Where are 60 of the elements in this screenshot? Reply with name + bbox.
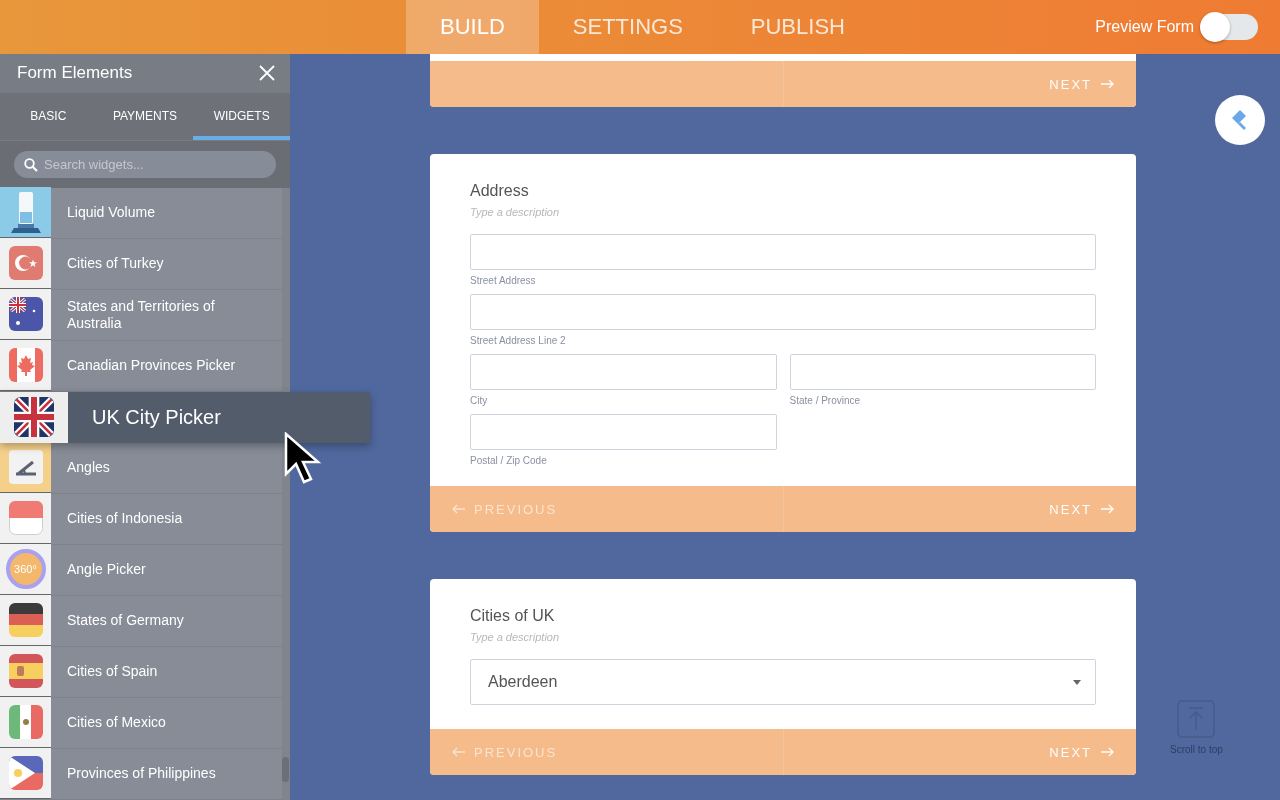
- field-sublabel: City: [470, 395, 489, 406]
- nav-tab[interactable]: SETTINGS: [538, 0, 717, 54]
- widget-item[interactable]: Angles: [0, 443, 282, 494]
- field-sublabel: State / Province: [789, 395, 862, 406]
- field-title: Address: [470, 182, 530, 200]
- close-icon[interactable]: [259, 65, 275, 82]
- paint-brush-button[interactable]: [1215, 95, 1265, 145]
- arrow-right-icon: [1100, 504, 1114, 514]
- nav-tab[interactable]: PUBLISH: [716, 0, 879, 54]
- arrow-right-icon: [1100, 79, 1114, 89]
- australia-flag-icon: [8, 297, 43, 332]
- search-field[interactable]: Search widgets...: [14, 150, 276, 178]
- next-button[interactable]: NEXT: [1049, 744, 1114, 760]
- preview-toggle[interactable]: [1202, 14, 1258, 40]
- philippines-flag-icon: [8, 756, 43, 791]
- indonesia-flag-icon: [8, 501, 43, 536]
- widget-item[interactable]: States and Territories of Australia: [0, 290, 282, 341]
- widget-item[interactable]: 360° Angle Picker: [0, 545, 282, 596]
- uk-flag-icon: [14, 397, 54, 438]
- widget-item[interactable]: Liquid Volume: [0, 188, 282, 239]
- next-button[interactable]: NEXT: [1049, 501, 1114, 517]
- input-field[interactable]: [789, 354, 1096, 390]
- widget-item[interactable]: Cities of Mexico: [0, 698, 282, 749]
- widget-item[interactable]: States of Germany: [0, 596, 282, 647]
- widget-item[interactable]: Cities of Turkey: [0, 239, 282, 290]
- description-text: Type a description: [470, 206, 561, 218]
- panel-tab[interactable]: PAYMENTS: [96, 92, 194, 140]
- widget-item[interactable]: Cities of Indonesia: [0, 494, 282, 545]
- widget-item[interactable]: Canadian Provinces Picker: [0, 341, 282, 392]
- germany-flag-icon: [8, 603, 43, 638]
- input-field[interactable]: [470, 234, 1096, 270]
- nav-tab[interactable]: BUILD: [406, 0, 539, 54]
- beaker-icon: [8, 190, 43, 235]
- mexico-flag-icon: [8, 705, 43, 740]
- panel-title: Form Elements: [17, 63, 133, 84]
- widget-item[interactable]: Cities of Spain: [0, 647, 282, 698]
- arrow-right-icon: [1100, 747, 1114, 757]
- arrow-left-icon: [452, 747, 466, 757]
- scrollbar-thumb[interactable]: [282, 757, 289, 782]
- field-title: Cities of UK: [470, 607, 556, 625]
- caret-icon: [1073, 679, 1081, 685]
- input-field[interactable]: [470, 414, 777, 450]
- panel-tab[interactable]: BASIC: [0, 92, 97, 140]
- field-sublabel: Postal / Zip Code: [470, 455, 548, 466]
- input-field[interactable]: [470, 294, 1096, 330]
- field-sublabel: Street Address: [470, 275, 537, 286]
- input-field[interactable]: [470, 354, 777, 390]
- dragged-widget-item[interactable]: UK City Picker: [0, 392, 370, 443]
- dropdown-field[interactable]: Aberdeen: [470, 659, 1096, 705]
- canada-flag-icon: [8, 348, 43, 383]
- preview-form-label: Preview Form: [1095, 18, 1194, 36]
- field-sublabel: Street Address Line 2: [470, 335, 567, 346]
- description-text: Type a description: [470, 631, 561, 643]
- next-button[interactable]: NEXT: [1049, 76, 1114, 92]
- widget-item[interactable]: Provinces of Philippines: [0, 749, 282, 800]
- turkey-flag-icon: [8, 246, 43, 281]
- arrow-left-icon: [452, 504, 466, 514]
- angle-icon: [8, 450, 43, 485]
- spain-flag-icon: [8, 654, 43, 689]
- angle-dial-icon: 360°: [5, 549, 46, 590]
